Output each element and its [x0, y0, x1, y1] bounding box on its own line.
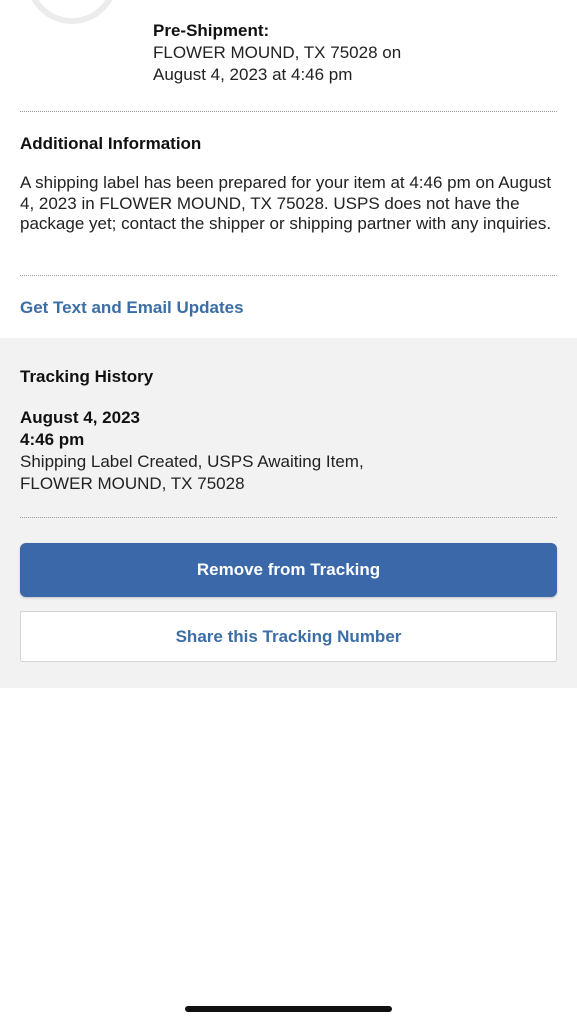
status-title: Pre-Shipment: [153, 21, 270, 40]
status-progress-ring-icon [26, 0, 118, 24]
tracking-history-title: Tracking History [20, 367, 154, 386]
share-tracking-number-button[interactable]: Share this Tracking Number [20, 611, 557, 662]
remove-from-tracking-button[interactable]: Remove from Tracking [20, 543, 557, 597]
divider [20, 275, 557, 276]
divider [20, 111, 557, 112]
history-entry: August 4, 2023 4:46 pm Shipping Label Cr… [20, 407, 557, 495]
additional-info-title: Additional Information [20, 134, 202, 153]
text-email-updates-link[interactable]: Get Text and Email Updates [20, 297, 244, 319]
history-entry-date: August 4, 2023 [20, 408, 140, 427]
home-indicator[interactable] [185, 1006, 392, 1012]
history-entry-time: 4:46 pm [20, 430, 85, 449]
status-datetime: August 4, 2023 at 4:46 pm [153, 65, 353, 84]
shipment-status: Pre-Shipment: FLOWER MOUND, TX 75028 on … [153, 20, 553, 86]
status-location: FLOWER MOUND, TX 75028 on [153, 43, 402, 62]
divider [20, 517, 557, 518]
additional-info-body: A shipping label has been prepared for y… [20, 173, 552, 233]
history-entry-location: FLOWER MOUND, TX 75028 [20, 474, 245, 493]
history-entry-description: Shipping Label Created, USPS Awaiting It… [20, 452, 364, 471]
